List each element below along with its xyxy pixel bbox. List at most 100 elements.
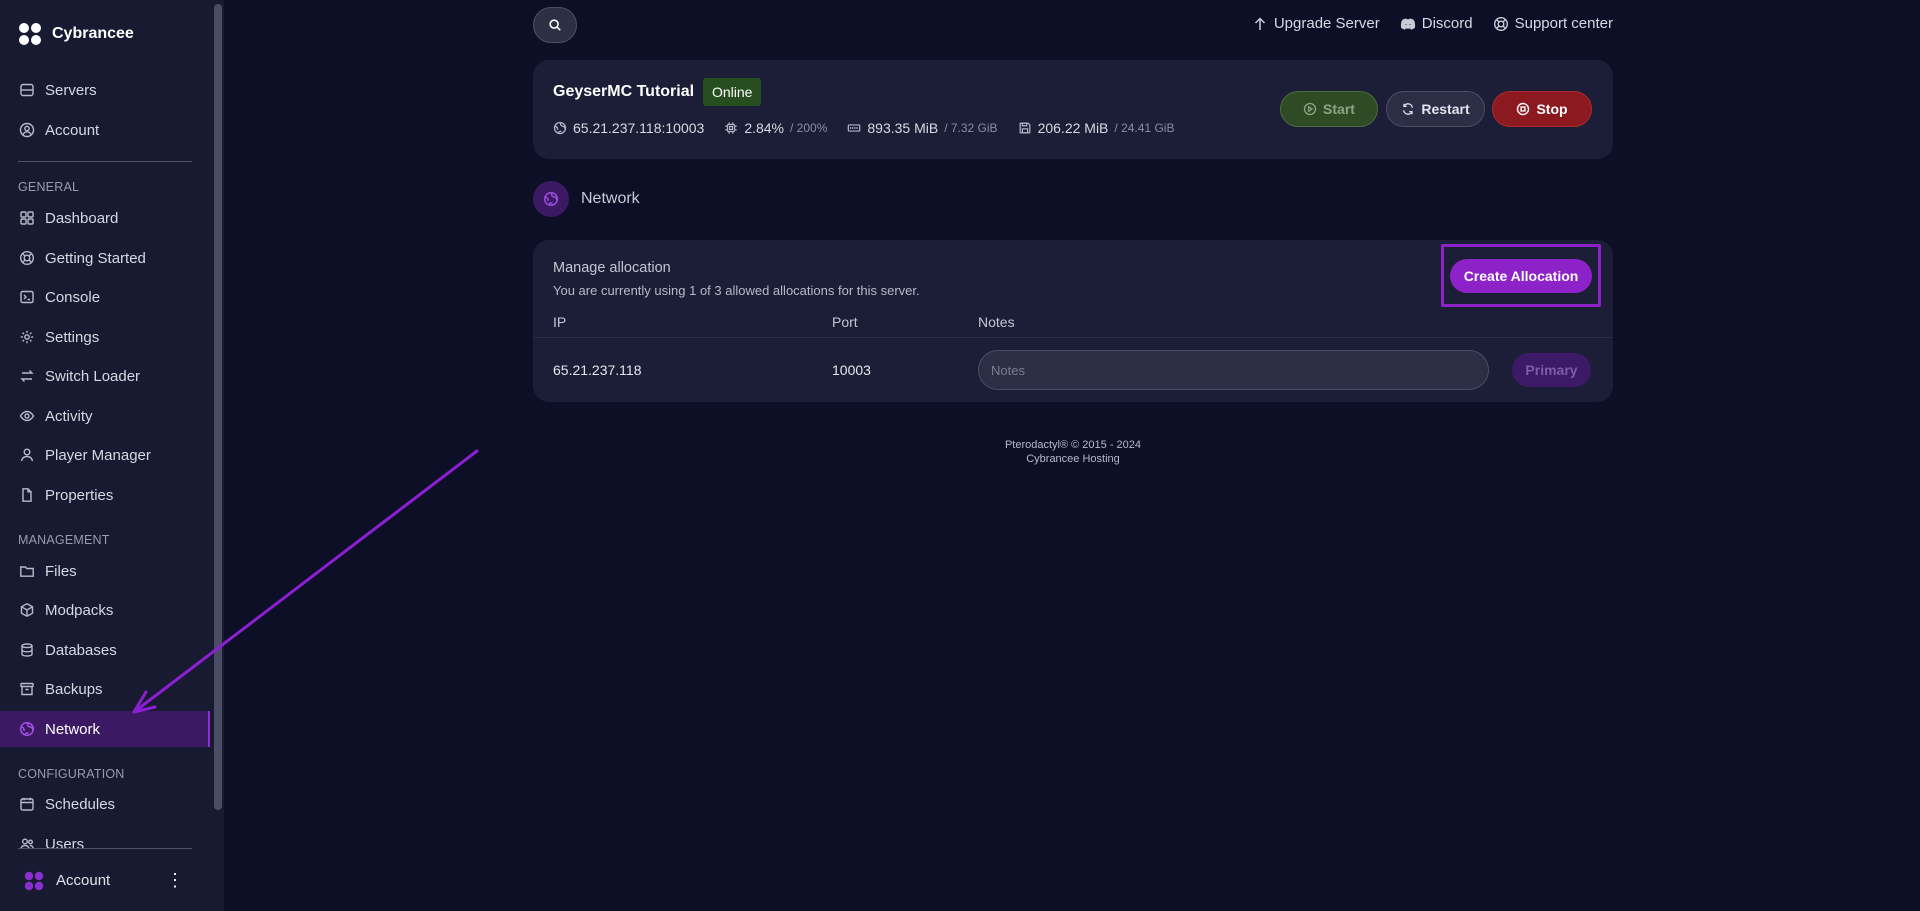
- sidebar-bottom-divider: [18, 848, 192, 849]
- status-badge: Online: [703, 78, 762, 106]
- sidebar-item-activity[interactable]: Activity: [0, 398, 210, 434]
- lifebuoy-icon: [19, 250, 35, 266]
- memory-limit: / 7.32 GiB: [944, 121, 998, 135]
- disk-limit: / 24.41 GiB: [1114, 121, 1175, 135]
- save-icon: [1018, 121, 1032, 135]
- sidebar-item-console[interactable]: Console: [0, 279, 210, 315]
- stop-label: Stop: [1536, 101, 1568, 117]
- terminal-icon: [19, 289, 35, 305]
- upgrade-server-link[interactable]: Upgrade Server: [1252, 15, 1380, 32]
- disk-usage: 206.22 MiB: [1037, 120, 1109, 136]
- calendar-icon: [19, 796, 35, 812]
- table-divider: [533, 337, 1613, 338]
- account-menu[interactable]: Account ⋮: [0, 850, 212, 911]
- start-label: Start: [1323, 101, 1355, 117]
- section-label-management: MANAGEMENT: [18, 533, 110, 547]
- globe-icon: [19, 721, 35, 737]
- eye-icon: [19, 408, 35, 424]
- upgrade-server-label: Upgrade Server: [1273, 15, 1380, 32]
- notes-input[interactable]: [978, 350, 1489, 390]
- search-icon: [548, 18, 562, 32]
- sidebar-item-users[interactable]: Users: [0, 826, 210, 850]
- refresh-icon: [1401, 102, 1415, 116]
- stat-address: 65.21.237.118:10003: [553, 120, 704, 136]
- memory-icon: [847, 121, 861, 135]
- sidebar-item-label: Properties: [45, 486, 114, 504]
- file-icon: [19, 487, 35, 503]
- folder-icon: [19, 563, 35, 579]
- search-button[interactable]: [533, 7, 577, 43]
- discord-label: Discord: [1421, 15, 1473, 32]
- brand[interactable]: Cybrancee: [18, 22, 134, 46]
- sidebar-item-player-manager[interactable]: Player Manager: [0, 437, 210, 473]
- server-status-card: GeyserMC Tutorial Online 65.21.237.118:1…: [533, 60, 1613, 159]
- sidebar-item-label: Backups: [45, 680, 103, 698]
- sidebar-item-backups[interactable]: Backups: [0, 671, 210, 707]
- primary-badge[interactable]: Primary: [1512, 353, 1591, 387]
- sidebar-item-label: Files: [45, 562, 77, 580]
- section-label-general: GENERAL: [18, 180, 80, 194]
- sidebar-item-network[interactable]: Network: [0, 711, 210, 747]
- sidebar-item-label: Getting Started: [45, 249, 146, 267]
- stop-button[interactable]: Stop: [1492, 91, 1592, 127]
- globe-icon: [543, 191, 559, 207]
- arrow-up-icon: [1252, 16, 1268, 32]
- sidebar-scrollbar[interactable]: [214, 4, 222, 810]
- support-center-label: Support center: [1514, 15, 1613, 32]
- restart-button[interactable]: Restart: [1386, 91, 1485, 127]
- sidebar-nav: Cybrancee Servers Account GENERAL Dashbo…: [0, 0, 212, 850]
- sidebar-item-label: Settings: [45, 328, 100, 346]
- play-circle-icon: [1303, 102, 1317, 116]
- user-circle-icon: [19, 122, 35, 138]
- sidebar-item-schedules[interactable]: Schedules: [0, 786, 210, 822]
- stop-circle-icon: [1516, 102, 1530, 116]
- sidebar-item-servers[interactable]: Servers: [0, 72, 210, 108]
- brand-name: Cybrancee: [52, 25, 134, 42]
- sidebar-item-label: Activity: [45, 407, 93, 425]
- allocation-description: You are currently using 1 of 3 allowed a…: [553, 283, 920, 298]
- person-icon: [19, 447, 35, 463]
- manage-allocation-title: Manage allocation: [553, 260, 671, 276]
- sidebar-item-label: Switch Loader: [45, 367, 141, 385]
- sidebar-item-label: Dashboard: [45, 209, 119, 227]
- sidebar-item-databases[interactable]: Databases: [0, 632, 210, 668]
- sidebar-item-files[interactable]: Files: [0, 553, 210, 589]
- network-header: Network: [533, 181, 640, 217]
- cpu-icon: [724, 121, 738, 135]
- create-allocation-button[interactable]: Create Allocation: [1450, 259, 1592, 293]
- stat-memory: 893.35 MiB / 7.32 GiB: [847, 120, 998, 136]
- lifebuoy-icon: [1493, 16, 1509, 32]
- stat-cpu: 2.84% / 200%: [724, 120, 827, 136]
- sidebar: Cybrancee Servers Account GENERAL Dashbo…: [0, 0, 224, 911]
- sidebar-item-label: Account: [45, 121, 100, 139]
- sidebar-divider: [18, 161, 192, 162]
- sidebar-item-switch-loader[interactable]: Switch Loader: [0, 358, 210, 394]
- footer-company: Cybrancee Hosting: [1026, 453, 1120, 465]
- sidebar-item-account[interactable]: Account: [0, 112, 210, 148]
- memory-usage: 893.35 MiB: [867, 120, 939, 136]
- column-header-port: Port: [832, 314, 858, 330]
- support-center-link[interactable]: Support center: [1493, 15, 1613, 32]
- server-stats: 65.21.237.118:10003 2.84% / 200% 893.35 …: [553, 120, 1174, 136]
- sidebar-item-settings[interactable]: Settings: [0, 319, 210, 355]
- server-icon: [19, 82, 35, 98]
- sidebar-item-label: Databases: [45, 641, 117, 659]
- sidebar-item-dashboard[interactable]: Dashboard: [0, 200, 210, 236]
- allocation-card: Manage allocation You are currently usin…: [533, 240, 1613, 402]
- server-address: 65.21.237.118:10003: [573, 120, 705, 136]
- column-header-notes: Notes: [978, 314, 1015, 330]
- sidebar-item-properties[interactable]: Properties: [0, 477, 210, 513]
- gear-icon: [19, 329, 35, 345]
- section-label-configuration: CONFIGURATION: [18, 767, 125, 781]
- archive-icon: [19, 681, 35, 697]
- sidebar-item-modpacks[interactable]: Modpacks: [0, 592, 210, 628]
- server-name: GeyserMC Tutorial: [553, 83, 695, 100]
- cpu-limit: / 200%: [790, 121, 828, 135]
- start-button[interactable]: Start: [1280, 91, 1378, 127]
- sidebar-item-getting-started[interactable]: Getting Started: [0, 240, 210, 276]
- more-options-icon[interactable]: ⋮: [166, 871, 184, 889]
- sidebar-item-label: Schedules: [45, 795, 116, 813]
- discord-link[interactable]: Discord: [1400, 15, 1473, 32]
- footer: Pterodactyl® © 2015 - 2024 Cybrancee Hos…: [933, 438, 1213, 466]
- sidebar-item-label: Console: [45, 288, 101, 306]
